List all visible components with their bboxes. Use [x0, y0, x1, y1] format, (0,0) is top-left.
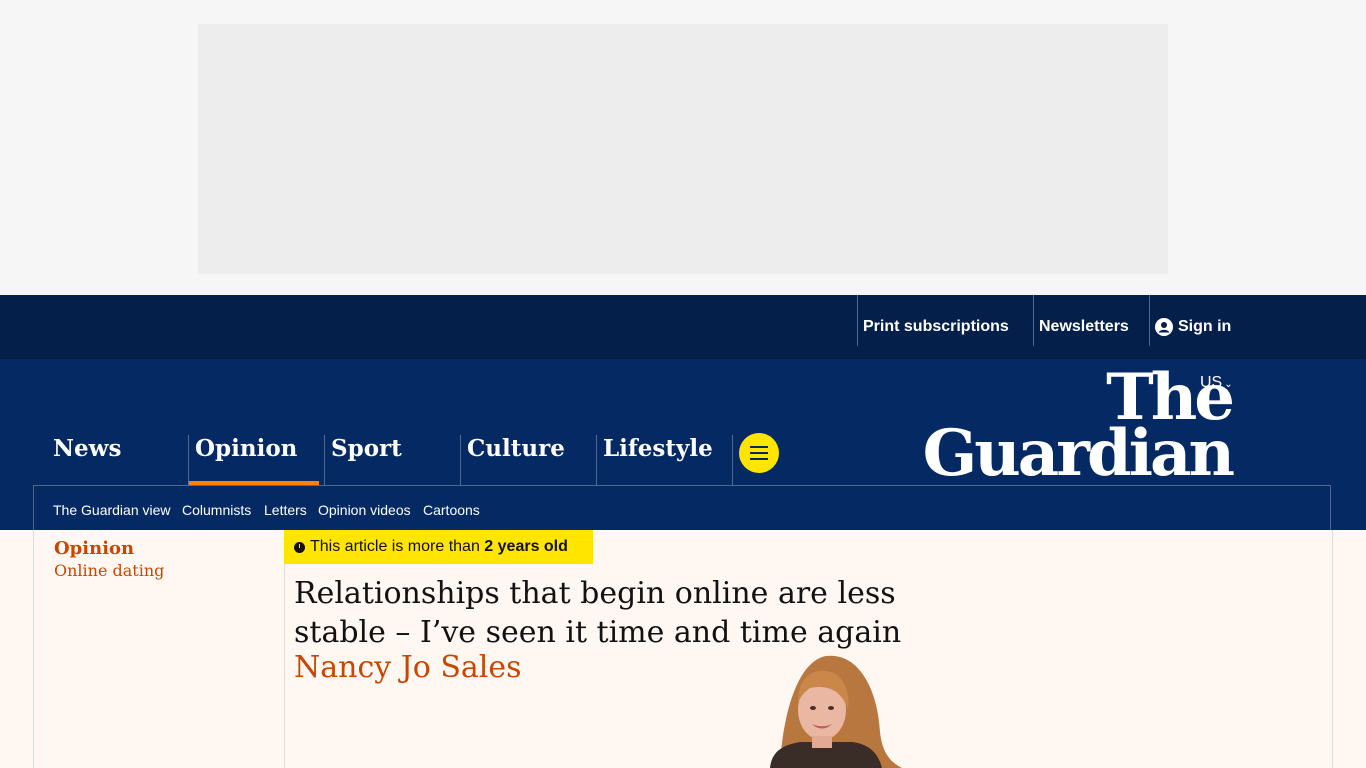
print-subscriptions-link[interactable]: Print subscriptions [857, 295, 1009, 346]
advertisement-slot[interactable] [198, 24, 1168, 274]
pillar-culture[interactable]: Culture [460, 435, 596, 485]
series-label[interactable]: Online dating [54, 561, 164, 580]
section-label[interactable]: Opinion [54, 538, 134, 559]
age-prefix: This article is more than [310, 538, 480, 555]
sign-in-link[interactable]: Sign in [1149, 295, 1231, 346]
hamburger-icon-line [750, 458, 768, 460]
pillar-opinion[interactable]: Opinion [188, 435, 324, 485]
author-portrait [770, 655, 902, 768]
article-headline: Relationships that begin online are less… [294, 576, 902, 650]
subnav-cartoons[interactable]: Cartoons [423, 502, 480, 518]
sub-navigation: The Guardian view Columnists Letters Opi… [33, 485, 1331, 530]
logo-line-2: Guardian [922, 416, 1235, 491]
pillar-lifestyle[interactable]: Lifestyle [596, 435, 732, 485]
guardian-logo[interactable]: The Guardian [922, 366, 1235, 491]
subnav-opinion-videos[interactable]: Opinion videos [318, 502, 411, 518]
subnav-guardian-view[interactable]: The Guardian view [53, 502, 171, 518]
article-age-warning: This article is more than 2 years old [284, 530, 593, 564]
top-bar: Print subscriptions Newsletters Sign in [0, 295, 1366, 359]
pillar-news[interactable]: News [47, 435, 187, 485]
subnav-letters[interactable]: Letters [264, 502, 307, 518]
newsletters-link[interactable]: Newsletters [1033, 295, 1129, 346]
right-column-border [1332, 530, 1333, 768]
menu-button[interactable] [739, 433, 779, 473]
pillar-sport[interactable]: Sport [324, 435, 460, 485]
subnav-columnists[interactable]: Columnists [182, 502, 251, 518]
hamburger-icon [750, 446, 768, 448]
article-byline[interactable]: Nancy Jo Sales [294, 650, 522, 685]
pillar-opinion-label: Opinion [195, 435, 298, 462]
hamburger-icon-line [750, 452, 768, 454]
advertisement-band [0, 0, 1366, 295]
user-icon [1155, 318, 1173, 336]
clock-icon [294, 541, 305, 553]
age-value: 2 years old [484, 538, 568, 555]
sign-in-label: Sign in [1178, 318, 1232, 335]
